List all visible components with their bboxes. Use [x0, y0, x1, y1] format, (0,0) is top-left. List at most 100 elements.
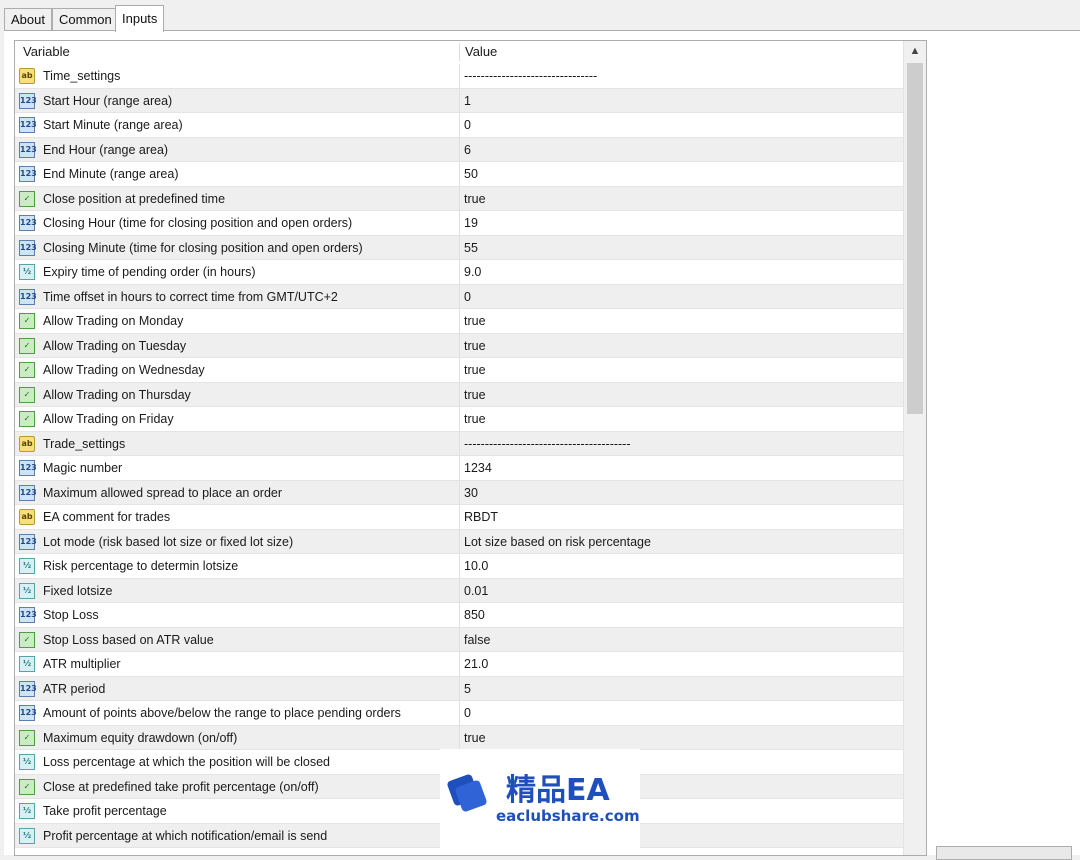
variable-name: Maximum allowed spread to place an order: [43, 485, 283, 500]
table-row[interactable]: ✓ Allow Trading on Thursday true: [15, 382, 903, 407]
table-row[interactable]: 123 ATR period 5: [15, 676, 903, 701]
table-row[interactable]: 123 End Hour (range area) 6: [15, 137, 903, 162]
variable-name: ATR period: [43, 681, 106, 696]
variable-cell: ✓ Stop Loss based on ATR value: [15, 627, 460, 651]
boolean-type-icon: ✓: [19, 778, 35, 795]
vertical-scrollbar[interactable]: ▲: [903, 41, 926, 855]
value-cell[interactable]: 50: [464, 162, 478, 186]
variable-cell: 123 Time offset in hours to correct time …: [15, 284, 460, 308]
table-row[interactable]: 123 Start Hour (range area) 1: [15, 88, 903, 113]
table-row[interactable]: 123 Amount of points above/below the rang…: [15, 701, 903, 726]
integer-type-icon: 123: [19, 215, 37, 231]
table-row[interactable]: ½ Expiry time of pending order (in hours)…: [15, 260, 903, 285]
tab-about[interactable]: About: [4, 8, 52, 31]
value-cell[interactable]: 0: [464, 113, 471, 137]
string-type-icon: ab: [19, 68, 35, 84]
value-cell[interactable]: 55: [464, 236, 478, 260]
integer-type-icon: 123: [19, 166, 37, 182]
table-row[interactable]: ab Trade_settings ------------------------…: [15, 431, 903, 456]
value-cell[interactable]: true: [464, 407, 486, 431]
bottom-button-edge[interactable]: [936, 846, 1072, 860]
variable-name: Maximum equity drawdown (on/off): [43, 730, 238, 745]
double-type-icon: ½: [19, 582, 35, 599]
value-cell[interactable]: true: [464, 334, 486, 358]
table-row[interactable]: 123 Maximum allowed spread to place an or…: [15, 480, 903, 505]
string-type-icon: ab: [19, 509, 35, 525]
table-row[interactable]: 123 End Minute (range area) 50: [15, 162, 903, 187]
table-row[interactable]: ab EA comment for trades RBDT: [15, 505, 903, 530]
table-row[interactable]: ½ ATR multiplier 21.0: [15, 652, 903, 677]
table-row[interactable]: ½ Fixed lotsize 0.01: [15, 578, 903, 603]
scroll-thumb[interactable]: [907, 63, 923, 414]
table-row[interactable]: ✓ Stop Loss based on ATR value false: [15, 627, 903, 652]
column-divider[interactable]: [459, 43, 460, 61]
variable-name: End Minute (range area): [43, 167, 179, 181]
column-header-value[interactable]: Value: [465, 41, 497, 63]
value-cell[interactable]: 0: [464, 701, 471, 725]
boolean-type-icon: ✓: [19, 386, 35, 403]
tab-common[interactable]: Common: [52, 8, 119, 31]
value-cell[interactable]: true: [464, 309, 486, 333]
variable-cell: ab EA comment for trades: [15, 505, 460, 529]
table-row[interactable]: 123 Lot mode (risk based lot size or fixe…: [15, 529, 903, 554]
table-row[interactable]: 123 Magic number 1234: [15, 456, 903, 481]
table-row[interactable]: ✓ Allow Trading on Wednesday true: [15, 358, 903, 383]
table-row[interactable]: ✓ Allow Trading on Monday true: [15, 309, 903, 334]
grid-rows: ab Time_settings -------------------------…: [15, 64, 903, 848]
value-cell[interactable]: Lot size based on risk percentage: [464, 530, 651, 554]
value-cell[interactable]: 9.0: [464, 260, 481, 284]
table-row[interactable]: 123 Closing Minute (time for closing posi…: [15, 235, 903, 260]
variable-cell: ✓ Allow Trading on Monday: [15, 309, 460, 333]
variable-name: Close at predefined take profit percenta…: [43, 779, 319, 794]
boolean-type-icon: ✓: [19, 631, 35, 648]
tab-inputs[interactable]: Inputs: [115, 5, 165, 32]
table-row[interactable]: 123 Closing Hour (time for closing positi…: [15, 211, 903, 236]
variable-name: Take profit percentage: [43, 804, 167, 818]
value-cell[interactable]: true: [464, 383, 486, 407]
tab-bar: About Common Inputs: [0, 0, 1080, 32]
value-cell[interactable]: true: [464, 358, 486, 382]
value-cell[interactable]: false: [464, 628, 490, 652]
variable-cell: ✓ Allow Trading on Tuesday: [15, 333, 460, 357]
table-row[interactable]: 123 Stop Loss 850: [15, 603, 903, 628]
variable-name: Profit percentage at which notification/…: [43, 828, 328, 843]
value-cell[interactable]: 0.01: [464, 579, 488, 603]
scroll-up-arrow-icon[interactable]: ▲: [904, 41, 926, 61]
value-cell[interactable]: 30: [464, 481, 478, 505]
variable-cell: ½ Take profit percentage: [15, 799, 460, 823]
value-cell[interactable]: true: [464, 726, 486, 750]
table-row[interactable]: 123 Start Minute (range area) 0: [15, 113, 903, 138]
value-cell[interactable]: 5: [464, 677, 471, 701]
value-cell[interactable]: 1234: [464, 456, 492, 480]
boolean-type-icon: ✓: [19, 729, 35, 746]
value-cell[interactable]: 850: [464, 603, 485, 627]
value-cell[interactable]: RBDT: [464, 505, 498, 529]
table-row[interactable]: 123 Time offset in hours to correct time …: [15, 284, 903, 309]
table-row[interactable]: ✓ Allow Trading on Tuesday true: [15, 333, 903, 358]
table-row[interactable]: ✓ Maximum equity drawdown (on/off) true: [15, 725, 903, 750]
value-cell[interactable]: 6: [464, 138, 471, 162]
value-cell[interactable]: 19: [464, 211, 478, 235]
value-cell[interactable]: --------------------------------: [464, 64, 597, 88]
watermark-title: 精品EA: [506, 773, 610, 808]
variable-name: Loss percentage at which the position wi…: [43, 755, 330, 769]
integer-type-icon: 123: [19, 141, 37, 158]
value-cell[interactable]: 21.0: [464, 652, 488, 676]
value-cell[interactable]: 0: [464, 285, 471, 309]
table-row[interactable]: ✓ Close position at predefined time true: [15, 186, 903, 211]
variable-name: End Hour (range area): [43, 142, 169, 157]
variable-name: Expiry time of pending order (in hours): [43, 265, 256, 279]
double-type-icon: ½: [19, 754, 35, 770]
value-cell[interactable]: true: [464, 187, 486, 211]
value-cell[interactable]: 1: [464, 89, 471, 113]
table-row[interactable]: ab Time_settings -------------------------…: [15, 64, 903, 89]
table-row[interactable]: ½ Risk percentage to determin lotsize 10.0: [15, 554, 903, 579]
column-header-variable[interactable]: Variable: [23, 41, 70, 63]
value-cell[interactable]: ----------------------------------------: [464, 432, 631, 456]
variable-cell: ab Time_settings: [15, 64, 460, 88]
variable-name: Start Hour (range area): [43, 93, 173, 108]
variable-name: Time_settings: [43, 69, 121, 83]
variable-name: Amount of points above/below the range t…: [43, 706, 401, 720]
value-cell[interactable]: 10.0: [464, 554, 488, 578]
table-row[interactable]: ✓ Allow Trading on Friday true: [15, 407, 903, 432]
